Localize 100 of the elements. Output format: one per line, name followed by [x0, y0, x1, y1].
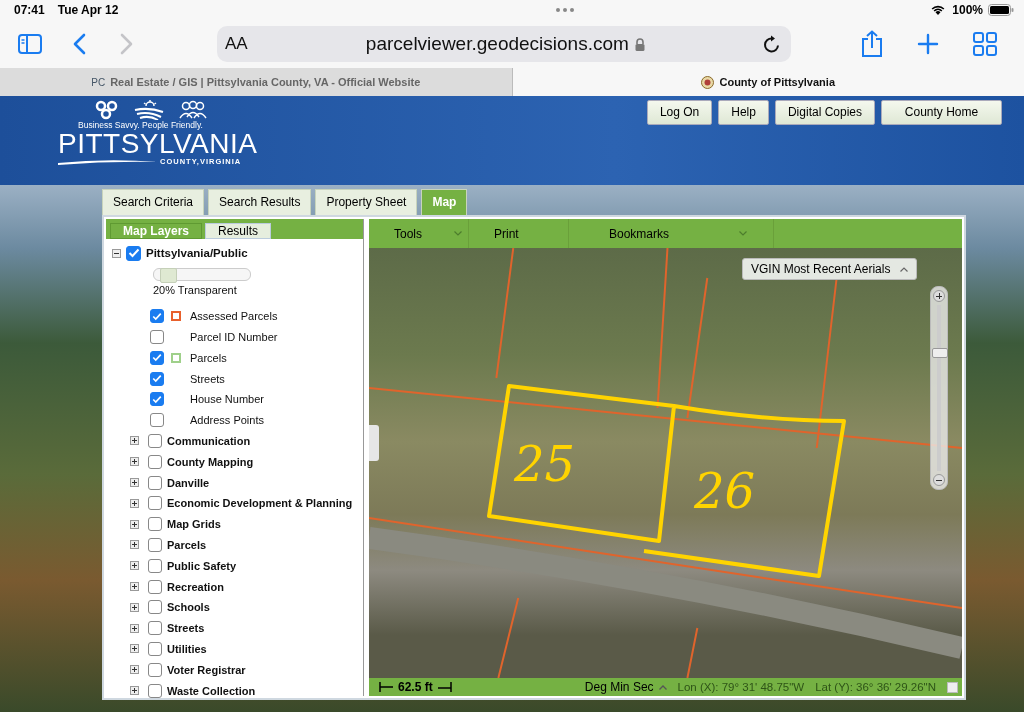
- expand-icon[interactable]: [130, 582, 139, 592]
- checkbox[interactable]: [148, 496, 162, 511]
- checkbox[interactable]: [148, 579, 162, 594]
- checkbox[interactable]: [148, 537, 162, 552]
- layer-label: Parcels: [190, 351, 227, 364]
- battery-percent: 100%: [952, 3, 983, 17]
- expand-icon[interactable]: [130, 457, 139, 467]
- tab-title: Real Estate / GIS | Pittsylvania County, VA - Official Website: [110, 76, 421, 88]
- checkbox[interactable]: [126, 245, 141, 261]
- expand-icon[interactable]: [130, 623, 139, 633]
- browser-tab[interactable]: PC Real Estate / GIS | Pittsylvania County, VA - Official Website: [0, 68, 513, 96]
- tab-title: County of Pittsylvania: [719, 76, 835, 88]
- basemap-dropdown[interactable]: VGIN Most Recent Aerials: [742, 258, 918, 280]
- status-date: Tue Apr 12: [57, 3, 119, 17]
- main-tab[interactable]: Property Sheet: [315, 189, 418, 215]
- checkbox[interactable]: [150, 413, 164, 428]
- collapse-panel-handle[interactable]: [369, 425, 379, 461]
- checkbox[interactable]: [148, 683, 162, 698]
- favicon-text: PC: [91, 76, 106, 88]
- resize-corner-icon[interactable]: [947, 681, 958, 693]
- logo-tagline: Business Savvy. People Friendly.: [78, 120, 203, 130]
- layer-label: Address Points: [190, 414, 264, 427]
- expand-icon[interactable]: [130, 602, 139, 612]
- scale-label: 62.5 ft: [398, 680, 433, 694]
- layer-group-label: Public Safety: [167, 559, 237, 572]
- lock-icon: [634, 37, 645, 51]
- checkbox[interactable]: [150, 392, 164, 407]
- checkbox[interactable]: [148, 641, 162, 656]
- url-text: parcelviewer.geodecisions.com: [365, 33, 629, 55]
- coordinate-format[interactable]: Deg Min Sec: [584, 680, 654, 694]
- layer-group-label: Danville: [167, 476, 210, 489]
- expand-icon[interactable]: [130, 519, 139, 529]
- tabs-grid-icon[interactable]: [973, 32, 997, 56]
- panel-tab[interactable]: Results: [205, 223, 272, 239]
- zoom-slider[interactable]: [930, 286, 948, 490]
- zoom-thumb[interactable]: [932, 348, 948, 359]
- checkbox[interactable]: [150, 371, 164, 386]
- transparency-reading: 20% Transparent: [153, 283, 238, 296]
- expand-icon[interactable]: [130, 540, 139, 550]
- expand-icon[interactable]: [130, 686, 139, 696]
- back-icon[interactable]: [72, 33, 86, 55]
- sidebar-icon[interactable]: [18, 34, 42, 54]
- layer-label: House Number: [190, 393, 264, 406]
- expand-icon[interactable]: [130, 644, 139, 654]
- checkbox[interactable]: [148, 433, 162, 448]
- header-button[interactable]: County Home: [881, 100, 1002, 125]
- field-icon: [134, 100, 164, 120]
- zoom-out-icon[interactable]: [933, 474, 945, 486]
- layer-label: Pittsylvania/Public: [146, 247, 248, 260]
- checkbox[interactable]: [148, 558, 162, 573]
- main-tab[interactable]: Search Criteria: [102, 189, 205, 215]
- gears-icon: [94, 100, 120, 120]
- checkbox[interactable]: [150, 350, 164, 365]
- layer-group-label: Voter Registrar: [167, 663, 246, 676]
- layer-group-label: Parcels: [167, 538, 207, 551]
- checkbox[interactable]: [148, 621, 162, 636]
- expand-icon[interactable]: [130, 665, 139, 675]
- slider-thumb[interactable]: [160, 267, 178, 283]
- latitude-reading: Lat (Y): 36° 36' 29.26"N: [815, 681, 936, 693]
- caret-up-icon[interactable]: [658, 684, 667, 690]
- checkbox[interactable]: [148, 454, 162, 469]
- expand-icon[interactable]: [130, 436, 139, 446]
- layer-group-label: County Mapping: [167, 455, 254, 468]
- layer-label: Streets: [190, 372, 225, 385]
- checkbox[interactable]: [148, 517, 162, 532]
- layer-group-label: Schools: [167, 601, 210, 614]
- longitude-reading: Lon (X): 79° 31' 48.75"W: [677, 681, 805, 693]
- layer-label: Parcel ID Number: [190, 331, 278, 343]
- collapse-icon[interactable]: [112, 248, 121, 258]
- header-button[interactable]: Help: [718, 100, 769, 125]
- more-dots-icon[interactable]: [555, 8, 574, 12]
- battery-icon: [988, 4, 1014, 16]
- reload-icon[interactable]: [763, 34, 781, 54]
- checkbox[interactable]: [148, 662, 162, 677]
- layer-label: Assessed Parcels: [190, 310, 278, 323]
- checkbox[interactable]: [148, 475, 162, 490]
- checkbox[interactable]: [148, 600, 162, 615]
- expand-icon[interactable]: [130, 561, 139, 571]
- checkbox[interactable]: [150, 309, 164, 324]
- layer-group-label: Streets: [167, 622, 205, 635]
- zoom-in-icon[interactable]: [933, 290, 945, 302]
- checkbox[interactable]: [150, 330, 164, 344]
- header-button[interactable]: Log On: [646, 100, 713, 125]
- header-button[interactable]: Digital Copies: [774, 100, 875, 125]
- expand-icon[interactable]: [130, 498, 139, 508]
- transparency-slider[interactable]: [153, 267, 251, 281]
- layer-group-label: Utilities: [167, 642, 207, 655]
- expand-icon[interactable]: [130, 478, 139, 488]
- handwritten-number: 25: [514, 436, 576, 492]
- layer-group-label: Economic Development & Planning: [167, 497, 353, 510]
- share-icon[interactable]: [861, 30, 883, 58]
- handwritten-number: 26: [694, 463, 756, 519]
- main-tab[interactable]: Search Results: [208, 189, 312, 215]
- layer-group-label: Waste Collection: [167, 684, 256, 697]
- seal-icon: [701, 75, 715, 89]
- text-size-button[interactable]: AA: [225, 34, 248, 54]
- logo-title: PITTSYLVANIA: [58, 130, 258, 158]
- layer-group-label: Map Grids: [167, 518, 221, 531]
- plus-icon[interactable]: [917, 33, 939, 55]
- address-bar[interactable]: AA parcelviewer.geodecisions.com: [217, 26, 791, 62]
